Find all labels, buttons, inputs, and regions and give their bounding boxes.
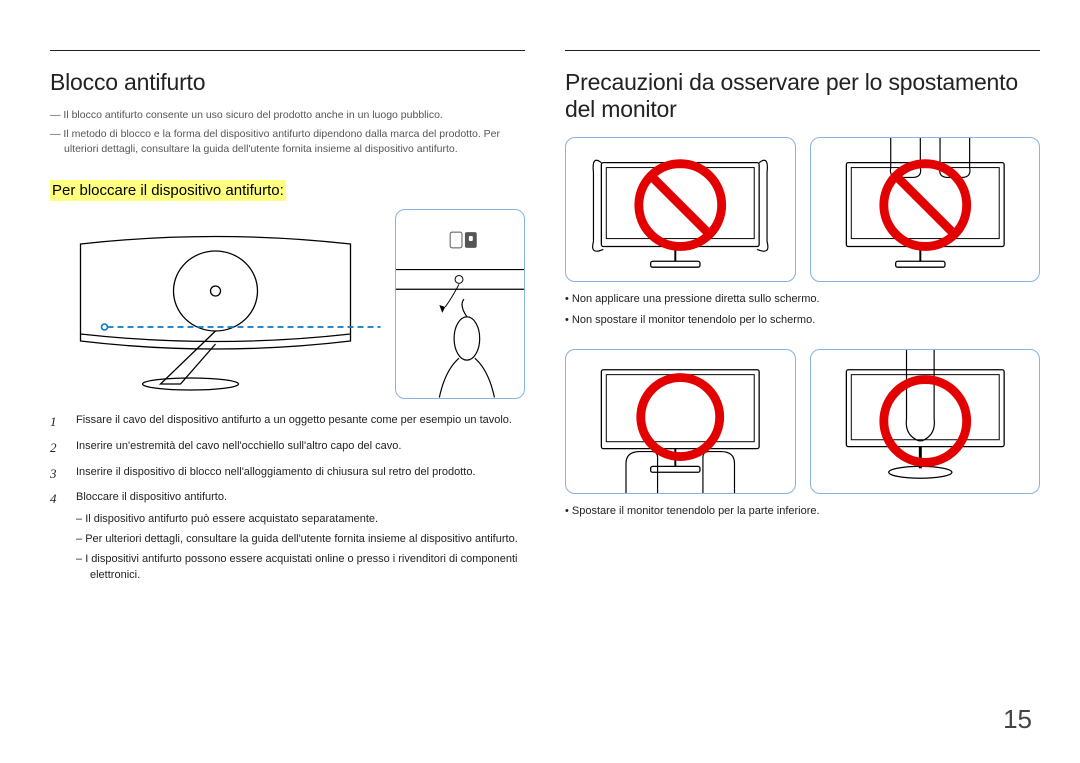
rule [565,50,1040,51]
figure-row [50,209,525,399]
figure-hold-stand [810,349,1041,494]
heading-precautions: Precauzioni da osservare per lo spostame… [565,69,1040,123]
figure-lock-detail [395,209,525,399]
left-column: Blocco antifurto Il blocco antifurto con… [50,50,525,594]
substeps-list: Il dispositivo antifurto può essere acqu… [76,512,525,584]
step-2: Inserire un'estremità del cavo nell'occh… [50,439,525,455]
bullets-2: Spostare il monitor tenendolo per la par… [565,504,1040,519]
step-4: Bloccare il dispositivo antifurto. Il di… [50,490,525,584]
figure-dont-press-screen [565,137,796,282]
rule [50,50,525,51]
substep-2: Per ulteriori dettagli, consultare la gu… [76,532,525,548]
page-number: 15 [1003,704,1032,735]
step-3: Inserire il dispositivo di blocco nell'a… [50,465,525,481]
precaution-row-1 [565,137,1040,282]
bullet-1b: Non spostare il monitor tenendolo per lo… [565,313,1040,328]
substep-1: Il dispositivo antifurto può essere acqu… [76,512,525,528]
right-column: Precauzioni da osservare per lo spostame… [565,50,1040,594]
figure-dont-hold-screen [810,137,1041,282]
subheading-lock: Per bloccare il dispositivo antifurto: [50,180,286,201]
steps-list: Fissare il cavo del dispositivo antifurt… [50,413,525,585]
figure-monitor-rear [50,209,381,399]
step-4-text: Bloccare il dispositivo antifurto. [76,491,227,503]
figure-hold-bottom [565,349,796,494]
bullets-1: Non applicare una pressione diretta sull… [565,292,1040,329]
substep-3: I dispositivi antifurto possono essere a… [76,552,525,584]
bullet-2a: Spostare il monitor tenendolo per la par… [565,504,1040,519]
step-1: Fissare il cavo del dispositivo antifurt… [50,413,525,429]
heading-antitheft: Blocco antifurto [50,69,525,96]
fine-note-2: Il metodo di blocco e la forma del dispo… [50,127,525,157]
fine-note-1: Il blocco antifurto consente un uso sicu… [50,108,525,123]
precaution-row-2 [565,349,1040,494]
bullet-1a: Non applicare una pressione diretta sull… [565,292,1040,307]
